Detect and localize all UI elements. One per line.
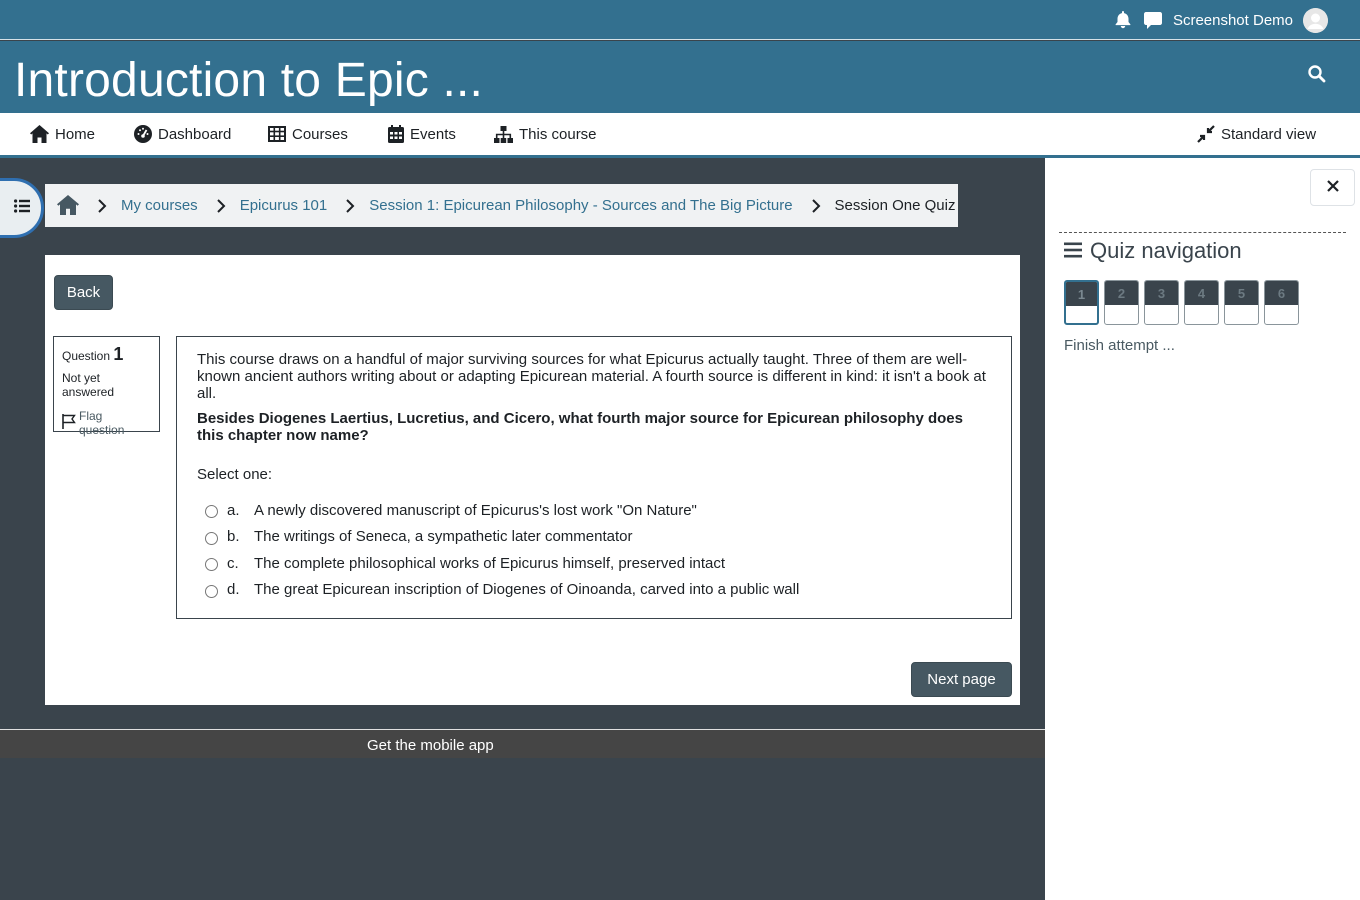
flag-icon — [62, 414, 76, 432]
primary-navigation: Home Dashboard Courses Events This cours… — [0, 113, 1360, 158]
question-prompt: Besides Diogenes Laertius, Lucretius, an… — [197, 410, 963, 444]
nav-item-courses[interactable]: Courses — [268, 113, 348, 155]
answer-options: a. A newly discovered manuscript of Epic… — [197, 497, 991, 603]
answer-radio-c[interactable] — [205, 558, 218, 572]
nav-label-events: Events — [410, 125, 456, 143]
chat-icon[interactable] — [1143, 10, 1163, 30]
nav-item-dashboard[interactable]: Dashboard — [134, 113, 231, 155]
answer-option-b[interactable]: b. The writings of Seneca, a sympathetic… — [197, 524, 991, 551]
footer: Get the mobile app — [0, 729, 1045, 758]
course-title: Introduction to Epic ... — [14, 54, 484, 107]
answer-text[interactable]: The great Epicurean inscription of Dioge… — [254, 581, 799, 598]
breadcrumb-my-courses[interactable]: My courses — [121, 197, 198, 214]
breadcrumb-home-icon[interactable] — [57, 194, 79, 217]
user-name[interactable]: Screenshot Demo — [1173, 12, 1293, 29]
select-one-label: Select one: — [197, 466, 273, 483]
answer-letter: a. — [227, 501, 240, 519]
question-info: Question 1 Not yet answered Flag questio… — [53, 336, 160, 437]
dashboard-icon — [134, 125, 152, 143]
chevron-right-icon — [811, 198, 821, 213]
nav-label-this-course: This course — [519, 125, 597, 143]
quiz-nav-question-5[interactable]: 5 — [1224, 280, 1259, 325]
quiz-navigation-title: Quiz navigation — [1064, 238, 1242, 264]
quiz-nav-number: 2 — [1105, 281, 1138, 305]
answer-option-c[interactable]: c. The complete philosophical works of E… — [197, 550, 991, 577]
hamburger-icon — [1064, 238, 1082, 264]
answer-text[interactable]: The writings of Seneca, a sympathetic la… — [254, 528, 633, 545]
breadcrumb-current: Session One Quiz — [834, 197, 956, 214]
chevron-right-icon — [216, 198, 226, 213]
question-intro: This course draws on a handful of major … — [197, 351, 986, 402]
drawer-divider — [1059, 232, 1346, 233]
quiz-nav-question-3[interactable]: 3 — [1144, 280, 1179, 325]
mobile-app-link[interactable]: Get the mobile app — [367, 737, 494, 754]
course-index-toggle[interactable] — [0, 178, 44, 238]
chevron-right-icon — [97, 198, 107, 213]
finish-attempt-link[interactable]: Finish attempt ... — [1064, 337, 1175, 354]
quiz-nav-question-2[interactable]: 2 — [1104, 280, 1139, 325]
nav-item-home[interactable]: Home — [30, 113, 95, 155]
quiz-nav-question-4[interactable]: 4 — [1184, 280, 1219, 325]
answer-radio-b[interactable] — [205, 531, 218, 545]
answer-radio-a[interactable] — [205, 505, 218, 519]
standard-view-toggle[interactable]: Standard view — [1197, 113, 1316, 155]
user-menu-area: Screenshot Demo — [1113, 0, 1328, 40]
answer-option-a[interactable]: a. A newly discovered manuscript of Epic… — [197, 497, 991, 524]
question-state: Not yet answered — [62, 371, 115, 399]
answer-letter: c. — [227, 554, 239, 572]
quiz-nav-number: 4 — [1185, 281, 1218, 305]
answer-text[interactable]: A newly discovered manuscript of Epicuru… — [254, 502, 697, 519]
question-number-value: 1 — [113, 344, 124, 364]
close-drawer-button[interactable] — [1310, 169, 1355, 206]
back-button[interactable]: Back — [54, 275, 113, 310]
breadcrumb-course[interactable]: Epicurus 101 — [240, 197, 328, 214]
question-text-box: This course draws on a handful of major … — [176, 336, 1012, 619]
breadcrumb: My courses Epicurus 101 Session 1: Epicu… — [45, 184, 958, 227]
list-icon — [14, 198, 30, 218]
quiz-nav-number: 3 — [1145, 281, 1178, 305]
sitemap-icon — [494, 125, 513, 143]
quiz-nav-number: 1 — [1066, 282, 1097, 306]
nav-item-this-course[interactable]: This course — [494, 113, 597, 155]
table-icon — [268, 126, 286, 142]
bell-icon[interactable] — [1113, 10, 1133, 30]
nav-label-courses: Courses — [292, 125, 348, 143]
nav-label-dashboard: Dashboard — [158, 125, 232, 143]
breadcrumb-session[interactable]: Session 1: Epicurean Philosophy - Source… — [369, 197, 792, 214]
standard-view-label: Standard view — [1221, 125, 1317, 143]
nav-item-events[interactable]: Events — [388, 113, 456, 155]
quiz-nav-question-1[interactable]: 1 — [1064, 280, 1099, 325]
question-label: Question — [62, 349, 111, 363]
question-buttons: 1 2 3 4 5 6 — [1064, 280, 1299, 325]
answer-text[interactable]: The complete philosophical works of Epic… — [254, 555, 725, 572]
quiz-navigation-drawer: Quiz navigation 1 2 3 4 5 6 Finish attem… — [1045, 158, 1360, 900]
quiz-nav-number: 6 — [1265, 281, 1298, 305]
answer-radio-d[interactable] — [205, 584, 218, 598]
top-bar: Screenshot Demo — [0, 0, 1360, 40]
home-icon — [30, 125, 49, 143]
close-icon — [1326, 179, 1339, 197]
quiz-nav-number: 5 — [1225, 281, 1258, 305]
flag-question-button[interactable]: Flag question — [62, 409, 151, 437]
compress-icon — [1197, 125, 1215, 143]
avatar[interactable] — [1303, 7, 1328, 33]
nav-label-home: Home — [55, 125, 96, 143]
answer-letter: d. — [227, 581, 240, 599]
chevron-right-icon — [345, 198, 355, 213]
answer-option-d[interactable]: d. The great Epicurean inscription of Di… — [197, 577, 991, 604]
quiz-content-card: Back Question 1 Not yet answered Flag qu… — [45, 255, 1020, 705]
question-number: Question 1 — [62, 344, 151, 365]
search-icon[interactable] — [1306, 63, 1328, 85]
quiz-nav-question-6[interactable]: 6 — [1264, 280, 1299, 325]
quiz-navigation-label: Quiz navigation — [1090, 238, 1242, 263]
flag-question-label: Flag question — [79, 409, 125, 437]
answer-letter: b. — [227, 528, 240, 546]
page-header: Introduction to Epic ... — [0, 41, 1360, 113]
calendar-icon — [388, 125, 404, 143]
next-page-button[interactable]: Next page — [911, 662, 1012, 697]
